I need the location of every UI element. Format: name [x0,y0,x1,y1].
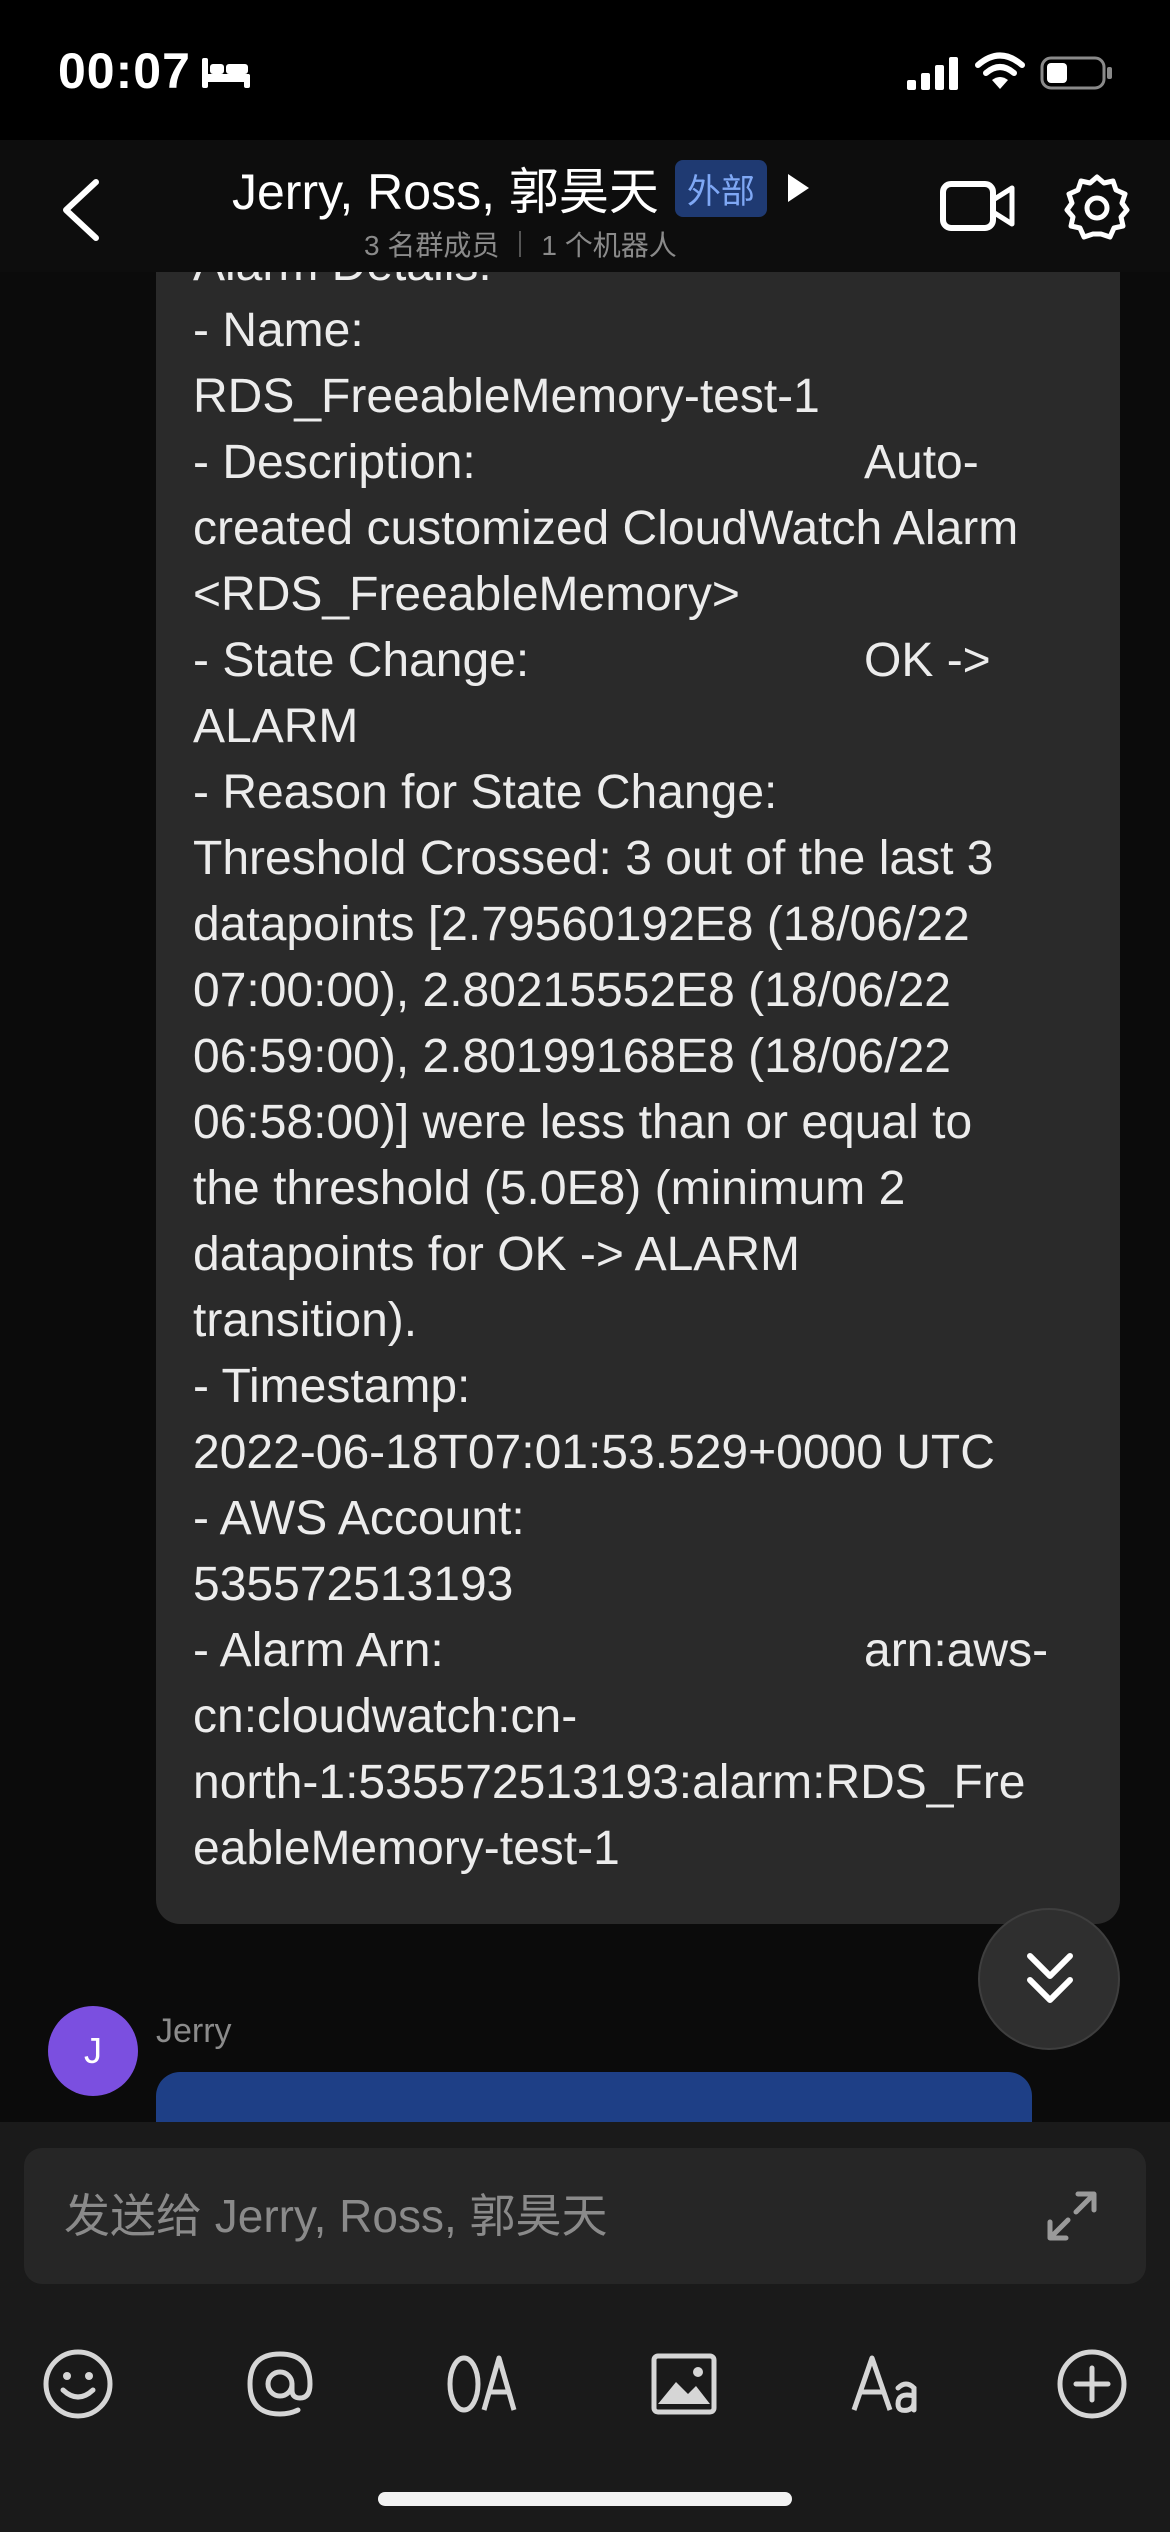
battery-icon [1040,56,1112,90]
chat-header: Jerry, Ross, 郭昊天 外部 3 名群成员 1 个机器人 [0,140,1170,273]
message-line: - Name: [193,304,364,357]
wifi-icon [975,52,1025,89]
message-line-right: Auto- [864,436,979,489]
scroll-to-bottom-button[interactable] [978,1908,1120,2050]
bed-icon [202,58,250,88]
home-indicator[interactable] [378,2492,792,2506]
message-line: datapoints for OK -> ALARM [193,1228,800,1281]
ocr-text-icon[interactable] [442,2344,522,2424]
sender-name: Jerry [156,2012,232,2050]
bot-count: 1 个机器人 [541,230,677,261]
add-icon[interactable] [1052,2344,1132,2424]
message-line-right: arn:aws- [864,1624,1049,1677]
avatar[interactable]: J [48,2006,138,2096]
member-count: 3 名群成员 [364,230,500,261]
message-input[interactable]: 发送给 Jerry, Ross, 郭昊天 [24,2148,1146,2284]
message-line: - Reason for State Change: [193,766,778,819]
back-icon[interactable] [56,178,106,242]
message-line: Alarm Details: [193,272,492,298]
compose-area: 发送给 Jerry, Ross, 郭昊天 [0,2122,1170,2532]
message-line: - Timestamp: [193,1360,471,1413]
settings-icon[interactable] [1064,174,1130,240]
message-line: Threshold Crossed: 3 out of the last 3 [193,832,994,885]
message-line: transition). [193,1294,418,1347]
compose-toolbar [0,2344,1170,2474]
message-line: RDS_FreeableMemory-test-1 [193,370,820,423]
status-time: 00:07 [58,43,191,99]
message-line: created customized CloudWatch Alarm [193,502,1019,555]
message-line: the threshold (5.0E8) (minimum 2 [193,1162,906,1215]
image-icon[interactable] [644,2344,724,2424]
expand-arrow-icon[interactable] [785,172,811,204]
emoji-icon[interactable] [38,2344,118,2424]
video-call-icon[interactable] [940,178,1016,234]
subtitle-divider [519,231,522,257]
message-line: - State Change: [193,634,530,687]
message-line: datapoints [2.79560192E8 (18/06/22 [193,898,970,951]
message-line: 535572513193 [193,1558,514,1611]
message-line-right: OK -> [864,634,991,687]
message-line: eableMemory-test-1 [193,1822,620,1875]
mention-icon[interactable] [240,2344,320,2424]
status-bar: 00:07 [0,0,1170,140]
message-line: - AWS Account: [193,1492,525,1545]
message-line: - Description: [193,436,476,489]
chat-subtitle: 3 名群成员 1 个机器人 [364,224,677,264]
font-style-icon[interactable] [848,2344,928,2424]
chat-message-list[interactable]: Alarm Details: - Name: RDS_FreeableMemor… [0,272,1170,2122]
chat-title: Jerry, Ross, 郭昊天 [232,164,659,220]
message-line: north-1:535572513193:alarm:RDS_Fre [193,1756,1026,1809]
message-line: <RDS_FreeableMemory> [193,568,740,621]
message-line: ALARM [193,700,359,753]
external-badge: 外部 [674,159,767,217]
message-line: 2022-06-18T07:01:53.529+0000 UTC [193,1426,995,1479]
signal-icon [907,57,958,90]
message-line: 06:58:00)] were less than or equal to [193,1096,973,1149]
fullscreen-icon[interactable] [1044,2188,1100,2244]
message-line: - Alarm Arn: [193,1624,444,1677]
next-message-bubble[interactable] [156,2072,1032,2122]
message-input-placeholder: 发送给 Jerry, Ross, 郭昊天 [64,2190,608,2242]
double-chevron-down-icon [1027,1953,1073,2003]
alarm-message-bubble[interactable]: Alarm Details: - Name: RDS_FreeableMemor… [156,272,1120,1924]
message-line: 07:00:00), 2.80215552E8 (18/06/22 [193,964,951,1017]
chat-title-row[interactable]: Jerry, Ross, 郭昊天 外部 [232,156,811,220]
message-line: cn:cloudwatch:cn- [193,1690,578,1743]
message-line: 06:59:00), 2.80199168E8 (18/06/22 [193,1030,951,1083]
